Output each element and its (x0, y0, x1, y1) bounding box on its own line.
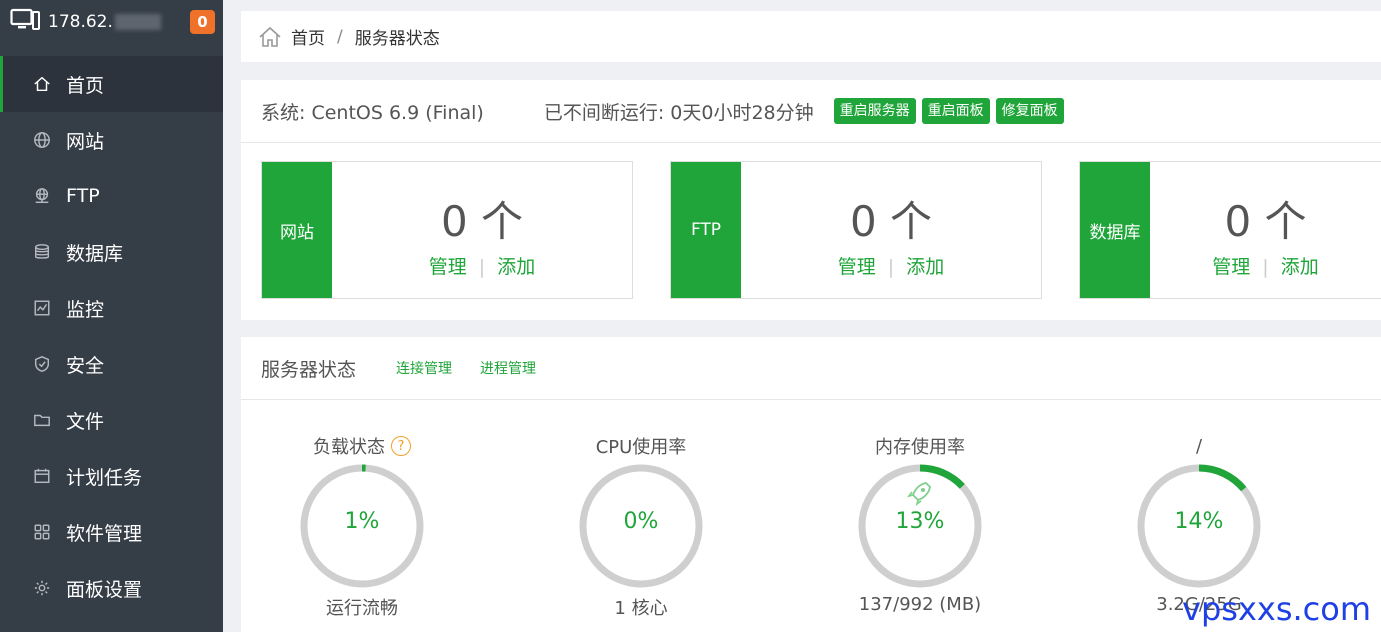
gauge-percent: 1% (344, 509, 380, 534)
sidebar-item-files[interactable]: 文件 (0, 392, 223, 448)
card-count: 0 个 (849, 197, 933, 246)
gauge-percent: 13% (895, 509, 945, 534)
card-label: 网站 (262, 162, 332, 298)
grid-icon (32, 522, 52, 542)
status-title: 服务器状态 (261, 358, 357, 381)
gauge-percent: 14% (1174, 509, 1224, 534)
home-icon (32, 74, 52, 94)
manage-link[interactable]: 管理 (1212, 256, 1250, 278)
restart-panel-button[interactable]: 重启面板 (921, 98, 990, 124)
globe-icon (32, 130, 52, 150)
stat-cards: 网站 0 个 管理 | 添加 FTP 0 个 管理 | 添加 数据库 0 个 管理 | 添加 (241, 143, 1381, 319)
gauge-subtext: 1 核心 (614, 598, 668, 619)
monitor-icon (32, 298, 52, 318)
rocket-icon[interactable] (906, 479, 934, 511)
card-label: FTP (671, 162, 741, 298)
gauge-subtext: 运行流畅 (326, 598, 398, 619)
redacted-ip (114, 14, 161, 30)
sidebar-item-ftp[interactable]: FTP (0, 168, 223, 224)
home-icon[interactable] (257, 24, 283, 50)
manage-link[interactable]: 管理 (429, 256, 467, 278)
sidebar-item-label: 面板设置 (66, 578, 143, 601)
process-manage-link[interactable]: 进程管理 (480, 358, 536, 378)
sidebar-item-software[interactable]: 软件管理 (0, 504, 223, 560)
sidebar-nav: 首页 网站 FTP 数据库 监控 安全 文件 计划任务 软件管理 面板设置 (0, 56, 223, 616)
server-ip: 178.62. (48, 12, 113, 32)
sidebar-item-label: 计划任务 (66, 466, 143, 489)
gauge-title: 内存使用率 (875, 437, 965, 458)
breadcrumb-home[interactable]: 首页 (291, 24, 325, 49)
sidebar-item-label: 文件 (66, 410, 105, 433)
sidebar-item-label: 安全 (66, 354, 105, 377)
sidebar-item-security[interactable]: 安全 (0, 336, 223, 392)
notification-badge[interactable]: 0 (190, 10, 215, 34)
gauge-percent: 0% (623, 509, 659, 534)
system-os: 系统: CentOS 6.9 (Final) (261, 101, 484, 124)
sidebar-item-monitor[interactable]: 监控 (0, 280, 223, 336)
card-database: 数据库 0 个 管理 | 添加 (1079, 161, 1381, 299)
restart-server-button[interactable]: 重启服务器 (833, 98, 916, 124)
sidebar-item-label: 数据库 (66, 242, 124, 265)
database-icon (32, 242, 52, 262)
gauge-title: 负载状态 (313, 437, 385, 458)
sidebar-item-label: 监控 (66, 298, 105, 321)
card-count: 0 个 (440, 197, 524, 246)
breadcrumb-current: 服务器状态 (354, 29, 440, 49)
server-header[interactable]: 178.62. 0 (0, 0, 223, 44)
card-ftp: FTP 0 个 管理 | 添加 (670, 161, 1042, 299)
system-uptime: 已不间断运行: 0天0小时28分钟 (543, 101, 814, 124)
connection-manage-link[interactable]: 连接管理 (396, 358, 452, 378)
help-icon[interactable]: ? (391, 436, 411, 456)
calendar-icon (32, 466, 52, 486)
gauge-cpu[interactable]: CPU使用率 0% 1 核心 (577, 433, 705, 620)
sidebar-item-settings[interactable]: 面板设置 (0, 560, 223, 616)
sidebar-item-label: FTP (66, 185, 100, 207)
manage-link[interactable]: 管理 (838, 256, 876, 278)
sidebar-item-website[interactable]: 网站 (0, 112, 223, 168)
sidebar-item-cron[interactable]: 计划任务 (0, 448, 223, 504)
gauge-title: / (1195, 435, 1203, 457)
gauge-load[interactable]: 负载状态? 1% 运行流畅 (298, 433, 426, 620)
watermark: vpsxxs.com (1182, 590, 1371, 628)
sidebar-item-label: 首页 (66, 74, 105, 97)
system-bar: 系统: CentOS 6.9 (Final) 已不间断运行: 0天0小时28分钟… (241, 80, 1381, 143)
gauge-title: CPU使用率 (595, 437, 687, 458)
folder-icon (32, 410, 52, 430)
server-status-panel: 服务器状态 连接管理 进程管理 负载状态? 1% 运行流畅 CPU使用率 0% … (241, 337, 1381, 632)
add-link[interactable]: 添加 (906, 256, 944, 278)
breadcrumb-separator: / (337, 26, 343, 47)
computer-icon (10, 8, 40, 36)
card-count: 0 个 (1224, 197, 1307, 246)
ftp-icon (32, 186, 52, 206)
card-label: 数据库 (1080, 162, 1150, 298)
shield-icon (32, 354, 52, 374)
sidebar-item-label: 软件管理 (66, 522, 143, 545)
gauge-memory[interactable]: 内存使用率 13% 137/992 (MB) (856, 433, 984, 615)
card-website: 网站 0 个 管理 | 添加 (261, 161, 633, 299)
sidebar: 178.62. 0 首页 网站 FTP 数据库 监控 安全 文件 计划任务 软件… (0, 0, 223, 632)
gauge-disk[interactable]: / 14% 3.2G/25G (1135, 433, 1263, 615)
sidebar-item-home[interactable]: 首页 (0, 56, 223, 112)
repair-panel-button[interactable]: 修复面板 (995, 98, 1064, 124)
breadcrumb: 首页 / 服务器状态 (241, 11, 1381, 62)
sidebar-item-label: 网站 (66, 130, 105, 153)
gauge-subtext: 137/992 (MB) (858, 594, 982, 615)
add-link[interactable]: 添加 (497, 256, 535, 278)
gear-icon (32, 578, 52, 598)
status-header: 服务器状态 连接管理 进程管理 (241, 337, 1381, 400)
sidebar-item-database[interactable]: 数据库 (0, 224, 223, 280)
overview-panel: 系统: CentOS 6.9 (Final) 已不间断运行: 0天0小时28分钟… (241, 80, 1381, 320)
add-link[interactable]: 添加 (1281, 256, 1319, 278)
